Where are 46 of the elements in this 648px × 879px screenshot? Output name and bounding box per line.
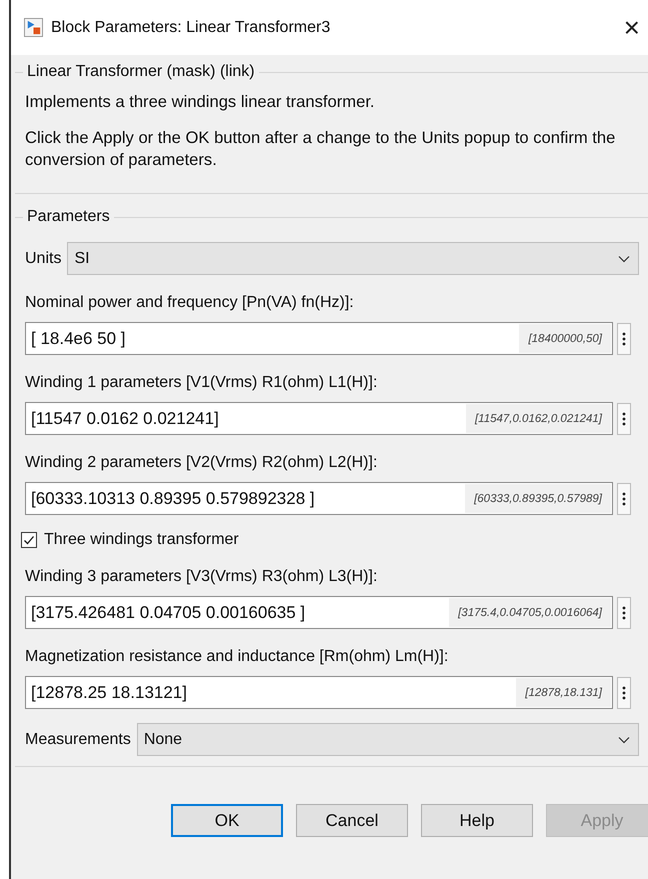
dialog-button[interactable]: OK: [171, 804, 283, 837]
field-label: Measurements: [25, 730, 131, 748]
dialog-button: Apply: [546, 804, 648, 837]
dropdown-value: None: [144, 730, 184, 748]
vertical-dots-icon: [622, 490, 626, 506]
evaluated-value: [3175.4,0.04705,0.0016064]: [449, 598, 611, 627]
field-label: Winding 3 parameters [V3(Vrms) R3(ohm) L3(H)]:: [25, 568, 378, 586]
more-options-button[interactable]: [617, 322, 631, 354]
more-options-button[interactable]: [617, 482, 631, 514]
group-title: Parameters: [26, 208, 111, 226]
chevron-down-icon: [618, 736, 630, 744]
evaluated-value: [12878,18.131]: [516, 678, 611, 707]
window-title: Block Parameters: Linear Transformer3: [51, 18, 332, 36]
close-button[interactable]: ×: [618, 14, 646, 42]
more-options-button[interactable]: [617, 676, 631, 708]
vertical-dots-icon: [622, 330, 626, 346]
dropdown[interactable]: None: [136, 723, 639, 756]
dialog-button[interactable]: Help: [421, 804, 533, 837]
more-options-button[interactable]: [617, 402, 631, 434]
input-field[interactable]: [60333.10313 0.89395 0.579892328 ] [60333,0.89395,0.57989]: [25, 482, 613, 515]
group-title: Linear Transformer (mask) (link): [26, 63, 256, 81]
more-options-button[interactable]: [617, 596, 631, 628]
checkbox[interactable]: [21, 532, 37, 548]
evaluated-value: [18400000,50]: [519, 324, 611, 353]
vertical-dots-icon: [622, 410, 626, 426]
dialog-button[interactable]: Cancel: [296, 804, 408, 837]
field-label: Magnetization resistance and inductance [Rm(ohm) Lm(H)]:: [25, 648, 450, 666]
evaluated-value: [60333,0.89395,0.57989]: [465, 484, 611, 513]
chevron-down-icon: [618, 254, 630, 262]
field-label: Nominal power and frequency [Pn(VA) fn(Hz)]:: [25, 294, 355, 312]
input-field[interactable]: [ 18.4e6 50 ] [18400000,50]: [25, 322, 613, 355]
block-icon: [24, 18, 43, 37]
field-label: Winding 2 parameters [V2(Vrms) R2(ohm) L2(H)]:: [25, 454, 378, 472]
description-text: Implements a three windings linear transformer.: [25, 91, 376, 113]
vertical-dots-icon: [622, 604, 626, 620]
input-field[interactable]: [3175.426481 0.04705 0.00160635 ] [3175.4,0.04705,0.0016064]: [25, 596, 613, 629]
dropdown-value: SI: [74, 250, 91, 268]
dropdown[interactable]: SI: [67, 242, 639, 275]
evaluated-value: [11547,0.0162,0.021241]: [466, 404, 611, 433]
field-label: Units: [25, 250, 62, 268]
input-field[interactable]: [11547 0.0162 0.021241] [11547,0.0162,0.021241]: [25, 402, 613, 435]
checkbox-label: Three windings transformer: [44, 531, 239, 549]
vertical-dots-icon: [622, 684, 626, 700]
input-field[interactable]: [12878.25 18.13121] [12878,18.131]: [25, 676, 613, 709]
field-label: Winding 1 parameters [V1(Vrms) R1(ohm) L1(H)]:: [25, 374, 378, 392]
description-text: Click the Apply or the OK button after a change to the Units popup to confirm the conversion of parameters.: [25, 127, 616, 171]
